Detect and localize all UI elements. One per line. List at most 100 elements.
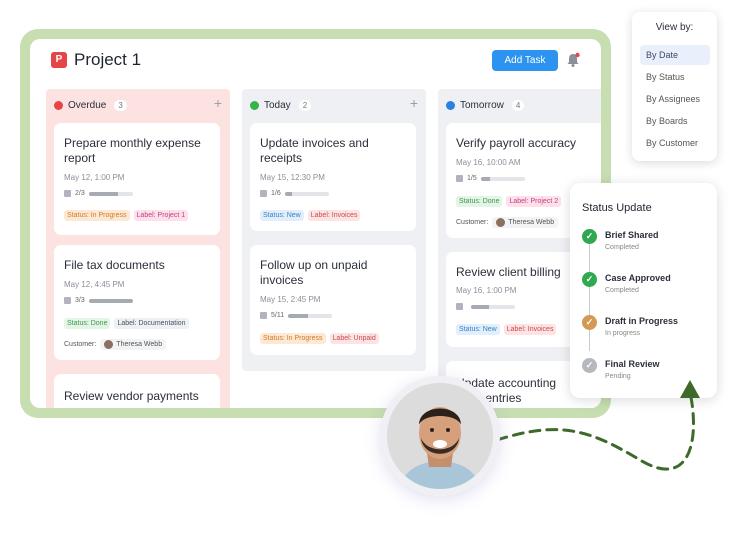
card-progress: 5/11 [260,312,333,319]
card-progress: 3/3 [64,297,133,304]
status-step: ✓ Brief Shared Completed [582,229,659,251]
status-step: ✓ Draft in Progress In progress [582,315,678,337]
card-tags: Status: New Label: Invoices [456,324,557,335]
task-card[interactable]: File tax documents May 12, 4:45 PM 3/3 S… [54,245,220,360]
card-date: May 12, 4:45 PM [64,280,125,289]
step-state: Pending [605,373,631,380]
view-by-menu: View by: By Date By Status By Assignees … [632,12,717,161]
card-title: Verify payroll accuracy [456,136,577,150]
progress-bar [480,176,525,181]
progress-bar [88,298,133,303]
column-count-badge: 3 [114,99,127,111]
checklist-icon [260,312,267,319]
card-tags: Status: New Label: Invoices [260,210,361,221]
status-step: ✓ Final Review Pending [582,358,660,380]
checklist-icon [64,297,71,304]
status-update-title: Status Update [582,202,652,214]
progress-text: 2/3 [75,190,85,197]
label-tag: Label: Unpaid [329,333,379,344]
check-icon: ✓ [582,358,597,373]
check-icon: ✓ [582,229,597,244]
card-date: May 12, 1:00 PM [64,173,125,182]
view-by-title: View by: [655,22,694,33]
column-header: Overdue 3 [54,98,127,112]
status-tag: Status: Done [64,318,111,329]
card-tags: Status: Done Label: Project 2 [456,196,562,207]
add-task-button[interactable]: Add Task [492,50,558,71]
progress-text: 1/6 [271,190,281,197]
avatar [104,340,114,349]
check-icon: ✓ [582,272,597,287]
status-tag: Status: In Progress [64,210,130,221]
column-count-badge: 4 [511,99,525,111]
task-card[interactable]: Follow up on unpaid invoices May 15, 2:4… [250,245,416,355]
column-name: Today [264,99,291,111]
card-date: May 15, 12:30 PM [260,173,325,182]
card-title: Follow up on unpaid invoices [260,258,368,287]
avatar [496,218,506,227]
customer-chip[interactable]: Theresa Webb [492,217,559,228]
view-by-option-boards[interactable]: By Boards [640,111,710,131]
column-name: Overdue [68,99,107,111]
label-tag: Label: Project 1 [133,210,189,221]
status-dot-icon [446,100,455,110]
card-title: Update invoices and receipts [260,136,369,165]
view-by-option-customer[interactable]: By Customer [640,133,710,153]
column-count-badge: 2 [298,99,312,111]
card-progress: 1/6 [260,190,329,197]
status-dot-icon [250,100,259,110]
customer-chip[interactable]: Theresa Webb [100,339,167,350]
task-card[interactable]: Prepare monthly expense report May 12, 1… [54,123,220,235]
card-date: May 15, 2:45 PM [260,295,321,304]
card-title: Prepare monthly expense report [64,136,201,165]
task-card[interactable]: Review vendor payments [54,374,220,408]
customer-name: Theresa Webb [116,341,163,348]
column-header: Tomorrow 4 [446,98,525,112]
view-by-option-date[interactable]: By Date [640,45,710,65]
step-state: Completed [605,244,639,251]
check-icon: ✓ [582,315,597,330]
step-name: Final Review [605,359,660,369]
notification-bell-icon[interactable] [565,52,581,68]
add-card-plus-icon[interactable]: + [410,95,418,111]
progress-bar [471,304,515,309]
card-progress [456,303,515,310]
card-date: May 16, 1:00 PM [456,286,517,295]
progress-bar [88,191,133,196]
progress-bar [284,191,329,196]
column-name: Tomorrow [460,99,504,111]
label-tag: Label: Invoices [503,324,557,335]
task-card[interactable]: Update invoices and receipts May 15, 12:… [250,123,416,231]
card-customer: Customer: Theresa Webb [64,339,167,350]
card-title: File tax documents [64,258,165,272]
progress-text: 1/5 [467,175,477,182]
customer-label: Customer: [64,341,97,348]
status-dot-icon [54,100,63,110]
view-by-option-assignees[interactable]: By Assignees [640,89,710,109]
checklist-icon [456,303,463,310]
status-tag: Status: New [260,210,304,221]
customer-name: Theresa Webb [508,219,555,226]
progress-text: 3/3 [75,297,85,304]
add-card-plus-icon[interactable]: + [214,95,222,111]
step-name: Case Approved [605,273,671,283]
app-window: P Project 1 Add Task Overdue 3 + Prepare… [30,39,601,408]
project-logo-icon: P [51,52,67,68]
checklist-icon [64,190,71,197]
status-update-panel: Status Update ✓ Brief Shared Completed ✓… [570,183,717,398]
card-tags: Status: In Progress Label: Project 1 [64,210,189,221]
status-tag: Status: Done [456,196,503,207]
card-customer: Customer: Theresa Webb [456,217,559,228]
card-tags: Status: In Progress Label: Unpaid [260,333,379,344]
view-by-option-status[interactable]: By Status [640,67,710,87]
customer-label: Customer: [456,219,489,226]
card-progress: 1/5 [456,175,525,182]
status-step: ✓ Case Approved Completed [582,272,671,294]
checklist-icon [260,190,267,197]
label-tag: Label: Project 2 [506,196,562,207]
card-title: Review vendor payments [64,389,199,403]
progress-bar [288,313,333,318]
status-tag: Status: In Progress [260,333,326,344]
step-state: Completed [605,287,639,294]
label-tag: Label: Invoices [307,210,361,221]
